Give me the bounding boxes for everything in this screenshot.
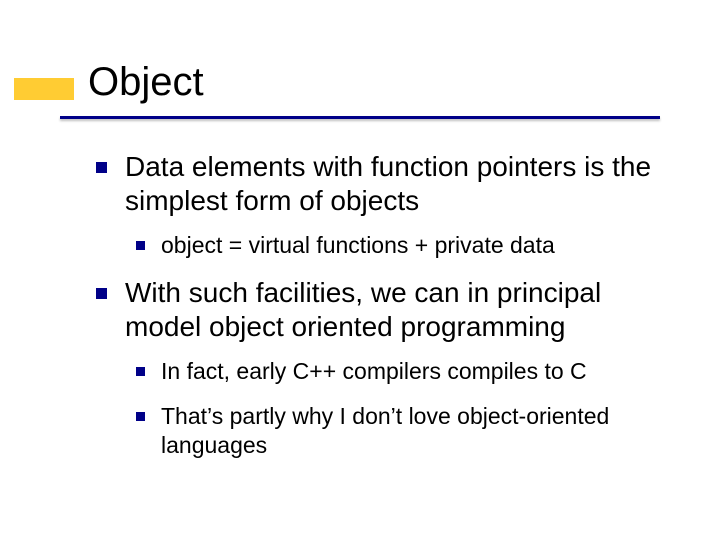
square-bullet-icon [136, 241, 145, 250]
bullet-text: With such facilities, we can in principa… [125, 276, 660, 343]
bullet-text: That’s partly why I don’t love object-or… [161, 402, 660, 460]
bullet-level2: That’s partly why I don’t love object-or… [136, 402, 660, 460]
square-bullet-icon [136, 367, 145, 376]
accent-square [14, 78, 74, 100]
bullet-text: Data elements with function pointers is … [125, 150, 660, 217]
slide-title: Object [88, 60, 204, 105]
bullet-text: In fact, early C++ compilers compiles to… [161, 357, 660, 386]
bullet-level2: object = virtual functions + private dat… [136, 231, 660, 260]
title-underline [60, 116, 660, 119]
slide-body: Data elements with function pointers is … [96, 150, 660, 475]
slide: Object Data elements with function point… [0, 0, 720, 540]
bullet-level2: In fact, early C++ compilers compiles to… [136, 357, 660, 386]
bullet-level1: Data elements with function pointers is … [96, 150, 660, 217]
bullet-level1: With such facilities, we can in principa… [96, 276, 660, 343]
square-bullet-icon [96, 162, 107, 173]
square-bullet-icon [136, 412, 145, 421]
square-bullet-icon [96, 288, 107, 299]
bullet-text: object = virtual functions + private dat… [161, 231, 660, 260]
